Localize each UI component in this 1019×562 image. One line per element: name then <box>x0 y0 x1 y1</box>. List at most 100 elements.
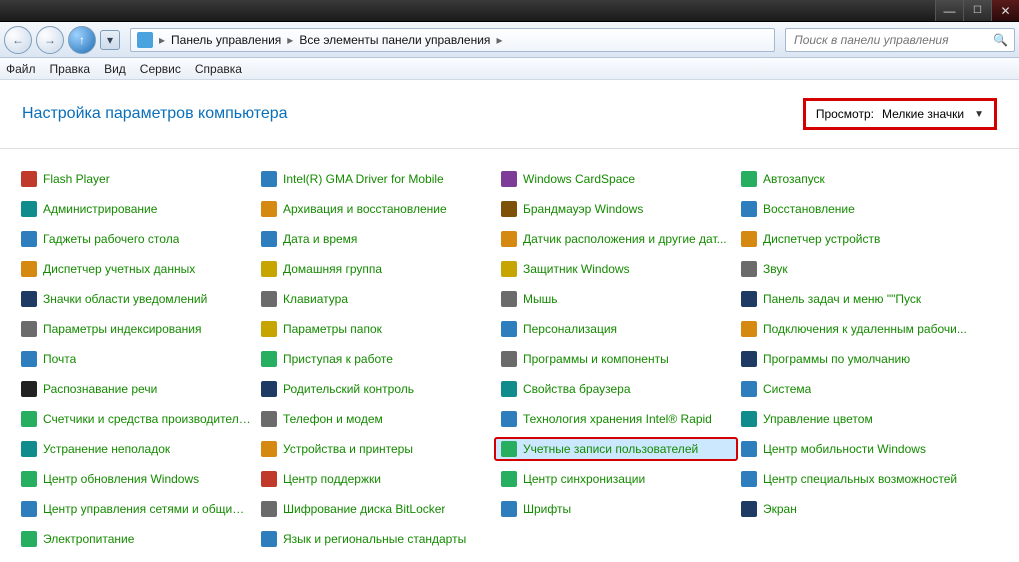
control-panel-item[interactable]: Устранение неполадок <box>16 439 256 459</box>
item-icon <box>501 261 517 277</box>
control-panel-item[interactable]: Учетные записи пользователей <box>496 439 736 459</box>
control-panel-item[interactable]: Звук <box>736 259 976 279</box>
control-panel-item[interactable]: Шрифты <box>496 499 736 519</box>
item-label: Параметры индексирования <box>43 322 201 336</box>
breadcrumb-root[interactable]: Панель управления <box>171 33 281 47</box>
item-icon <box>501 441 517 457</box>
control-panel-item[interactable]: Windows CardSpace <box>496 169 736 189</box>
control-panel-item[interactable]: Диспетчер учетных данных <box>16 259 256 279</box>
control-panel-item[interactable]: Персонализация <box>496 319 736 339</box>
control-panel-item[interactable]: Шифрование диска BitLocker <box>256 499 496 519</box>
control-panel-item[interactable]: Устройства и принтеры <box>256 439 496 459</box>
control-panel-item[interactable]: Архивация и восстановление <box>256 199 496 219</box>
control-panel-item[interactable]: Intel(R) GMA Driver for Mobile <box>256 169 496 189</box>
control-panel-item[interactable]: Родительский контроль <box>256 379 496 399</box>
search-icon: 🔍 <box>993 33 1008 47</box>
item-label: Центр обновления Windows <box>43 472 199 486</box>
item-icon <box>741 171 757 187</box>
view-selector[interactable]: Просмотр: Мелкие значки ▼ <box>803 98 997 130</box>
control-panel-item[interactable]: Автозапуск <box>736 169 976 189</box>
control-panel-item[interactable]: Электропитание <box>16 529 256 549</box>
control-panel-item[interactable]: Мышь <box>496 289 736 309</box>
breadcrumb[interactable]: ▸ Панель управления ▸ Все элементы панел… <box>130 28 775 52</box>
control-panel-item[interactable]: Программы и компоненты <box>496 349 736 369</box>
control-panel-item[interactable]: Подключения к удаленным рабочи... <box>736 319 976 339</box>
menu-view[interactable]: Вид <box>104 62 126 76</box>
control-panel-item[interactable]: Счетчики и средства производитель... <box>16 409 256 429</box>
control-panel-item[interactable]: Почта <box>16 349 256 369</box>
search-box[interactable]: 🔍 <box>785 28 1015 52</box>
minimize-button[interactable]: — <box>935 0 963 21</box>
control-panel-item[interactable]: Датчик расположения и другие дат... <box>496 229 736 249</box>
item-label: Windows CardSpace <box>523 172 635 186</box>
breadcrumb-current[interactable]: Все элементы панели управления <box>299 33 490 47</box>
nav-forward-button[interactable]: → <box>36 26 64 54</box>
control-panel-item[interactable]: Защитник Windows <box>496 259 736 279</box>
menu-edit[interactable]: Правка <box>50 62 91 76</box>
search-input[interactable] <box>792 32 993 48</box>
control-panel-item[interactable]: Центр поддержки <box>256 469 496 489</box>
control-panel-item[interactable]: Параметры папок <box>256 319 496 339</box>
item-icon <box>21 201 37 217</box>
item-label: Intel(R) GMA Driver for Mobile <box>283 172 444 186</box>
control-panel-item[interactable]: Панель задач и меню ""Пуск <box>736 289 976 309</box>
item-label: Программы и компоненты <box>523 352 669 366</box>
control-panel-item[interactable]: Flash Player <box>16 169 256 189</box>
control-panel-item[interactable]: Значки области уведомлений <box>16 289 256 309</box>
control-panel-item[interactable]: Брандмауэр Windows <box>496 199 736 219</box>
control-panel-item[interactable]: Центр мобильности Windows <box>736 439 976 459</box>
nav-recent-button[interactable]: ▾ <box>100 30 120 50</box>
item-label: Клавиатура <box>283 292 348 306</box>
control-panel-item[interactable]: Распознавание речи <box>16 379 256 399</box>
control-panel-item[interactable]: Дата и время <box>256 229 496 249</box>
control-panel-item[interactable]: Язык и региональные стандарты <box>256 529 496 549</box>
item-label: Восстановление <box>763 202 855 216</box>
item-label: Устранение неполадок <box>43 442 170 456</box>
item-icon <box>501 501 517 517</box>
control-panel-item[interactable]: Гаджеты рабочего стола <box>16 229 256 249</box>
breadcrumb-sep: ▸ <box>287 33 293 47</box>
control-panel-item[interactable]: Диспетчер устройств <box>736 229 976 249</box>
control-panel-item[interactable]: Клавиатура <box>256 289 496 309</box>
item-icon <box>21 471 37 487</box>
control-panel-item[interactable]: Центр специальных возможностей <box>736 469 976 489</box>
control-panel-item[interactable]: Программы по умолчанию <box>736 349 976 369</box>
control-panel-item[interactable]: Центр обновления Windows <box>16 469 256 489</box>
control-panel-item[interactable]: Центр синхронизации <box>496 469 736 489</box>
control-panel-item[interactable]: Администрирование <box>16 199 256 219</box>
item-icon <box>501 171 517 187</box>
control-panel-item[interactable]: Экран <box>736 499 976 519</box>
item-icon <box>261 351 277 367</box>
item-label: Программы по умолчанию <box>763 352 910 366</box>
item-icon <box>21 441 37 457</box>
menu-file[interactable]: Файл <box>6 62 36 76</box>
menu-service[interactable]: Сервис <box>140 62 181 76</box>
control-panel-item[interactable]: Восстановление <box>736 199 976 219</box>
control-panel-item[interactable]: Центр управления сетями и общим ... <box>16 499 256 519</box>
item-icon <box>741 291 757 307</box>
explorer-navbar: ← → ↑ ▾ ▸ Панель управления ▸ Все элемен… <box>0 22 1019 58</box>
control-panel-item[interactable]: Система <box>736 379 976 399</box>
menu-help[interactable]: Справка <box>195 62 242 76</box>
control-panel-item[interactable]: Телефон и модем <box>256 409 496 429</box>
item-icon <box>261 261 277 277</box>
close-button[interactable]: ✕ <box>991 0 1019 21</box>
control-panel-item[interactable]: Приступая к работе <box>256 349 496 369</box>
item-icon <box>741 471 757 487</box>
control-panel-item[interactable]: Домашняя группа <box>256 259 496 279</box>
view-label: Просмотр: <box>816 107 874 121</box>
nav-up-button[interactable]: ↑ <box>68 26 96 54</box>
item-icon <box>21 411 37 427</box>
chevron-down-icon: ▾ <box>107 33 113 47</box>
control-panel-item[interactable]: Технология хранения Intel® Rapid <box>496 409 736 429</box>
item-label: Гаджеты рабочего стола <box>43 232 179 246</box>
item-label: Приступая к работе <box>283 352 393 366</box>
item-icon <box>741 501 757 517</box>
control-panel-item[interactable]: Свойства браузера <box>496 379 736 399</box>
nav-back-button[interactable]: ← <box>4 26 32 54</box>
maximize-button[interactable]: ☐ <box>963 0 991 21</box>
control-panel-item[interactable]: Параметры индексирования <box>16 319 256 339</box>
arrow-right-icon: → <box>44 33 56 47</box>
item-icon <box>261 501 277 517</box>
control-panel-item[interactable]: Управление цветом <box>736 409 976 429</box>
